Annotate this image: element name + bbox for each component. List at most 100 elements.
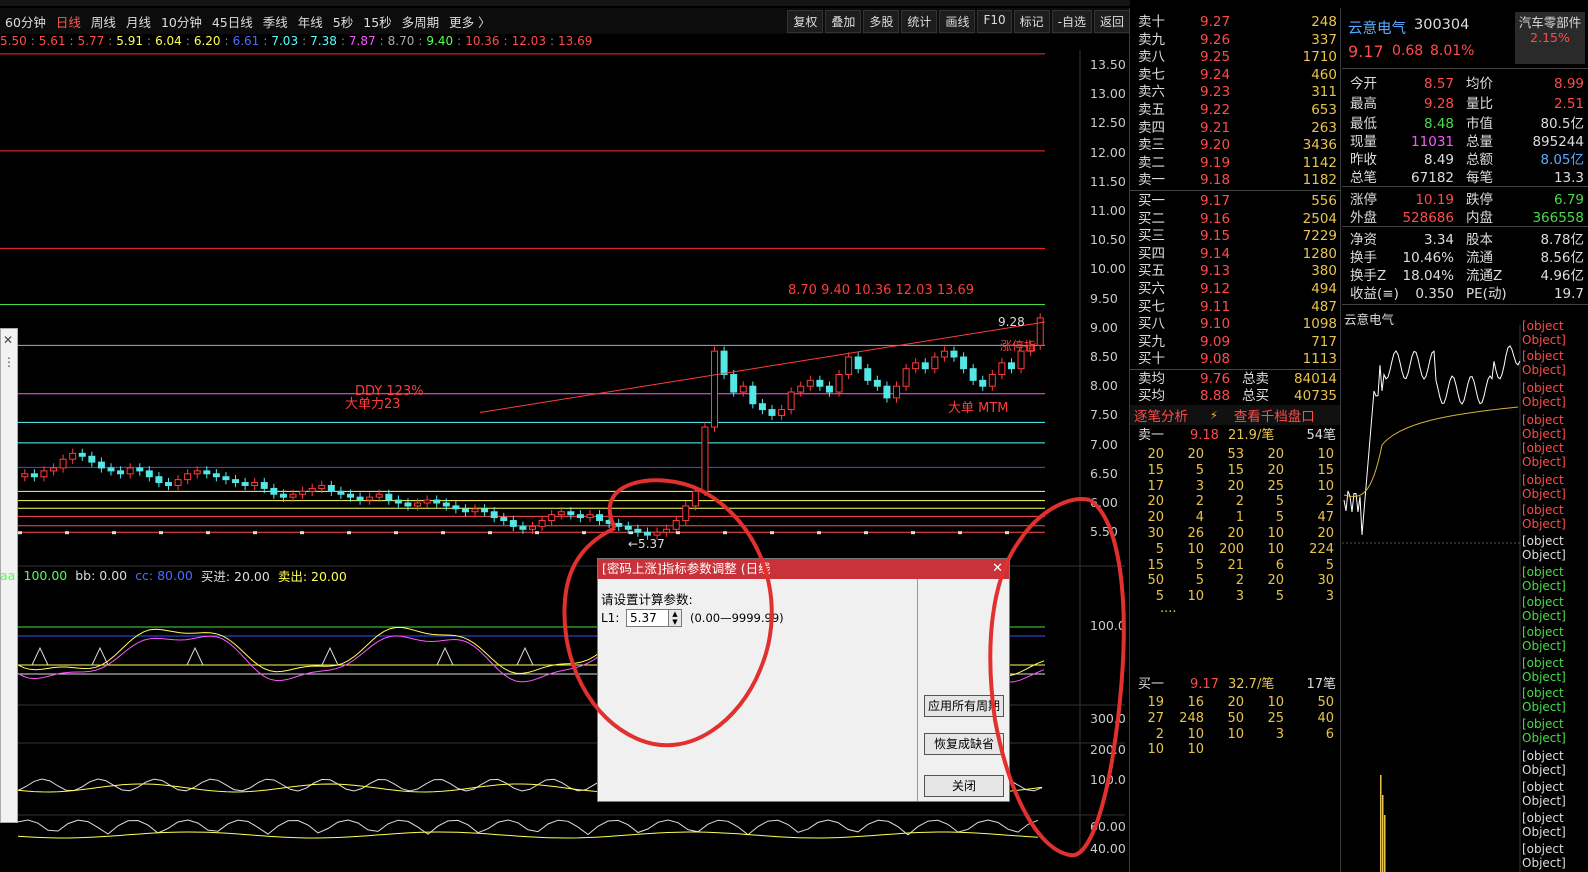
bid-row[interactable]: 买六 9.12 494 [1130, 281, 1340, 298]
sector-badge[interactable]: 汽车零部件 2.15% [1515, 12, 1585, 64]
ask-row[interactable]: 卖十 9.27 248 [1130, 14, 1340, 31]
tick-analysis-tab[interactable]: 逐笔分析 [1134, 405, 1188, 425]
ask-row[interactable]: 卖七 9.24 460 [1130, 67, 1340, 84]
candle-body [682, 505, 690, 522]
period-tab[interactable]: 5秒 [328, 12, 358, 31]
bid-label: 买六 [1138, 281, 1165, 297]
candle-body [50, 467, 58, 472]
queue-row: 20 4 1 5 47 [1130, 509, 1340, 526]
ask-row[interactable]: 卖六 9.23 311 [1130, 84, 1340, 101]
bid-row[interactable]: 买八 9.10 1098 [1130, 316, 1340, 333]
spin-down-icon[interactable]: ▼ [672, 618, 677, 626]
quote-value: 9.28 [1423, 96, 1454, 112]
ask-row[interactable]: 卖五 9.22 653 [1130, 102, 1340, 119]
more-icon[interactable]: ⋮ [3, 355, 15, 369]
candle-body [778, 409, 786, 416]
dialog-titlebar[interactable]: [密码上涨]指标参数调整 (日线 ✕ [598, 559, 1009, 579]
ask-row[interactable]: 卖九 9.26 337 [1130, 32, 1340, 49]
l1-range: (0.00—9999.99) [690, 611, 784, 625]
bid-row[interactable]: 买五 9.13 380 [1130, 263, 1340, 280]
ask-price: 9.20 [1200, 137, 1231, 154]
period-tab[interactable]: 多周期 [397, 12, 445, 31]
bid-row[interactable]: 买十 9.08 1113 [1130, 351, 1340, 368]
bid-label: 买一 [1138, 193, 1165, 209]
candle-body [193, 470, 201, 475]
ask-row[interactable]: 卖二 9.19 1142 [1130, 155, 1340, 172]
candle-body [998, 362, 1006, 376]
candle-body [711, 350, 719, 428]
toolbar-button[interactable]: 叠加 [825, 10, 862, 33]
spin-up-icon[interactable]: ▲ [672, 610, 677, 618]
bid-row[interactable]: 买九 9.09 717 [1130, 334, 1340, 351]
ask-volume: 248 [1311, 14, 1337, 30]
quote-row: 现量 11031 总量 895244 [1342, 132, 1588, 152]
period-tab[interactable]: 10分钟 [156, 12, 207, 31]
queue-cell: 2 [1195, 494, 1204, 510]
mini-tick: [object Object] [1522, 349, 1566, 377]
toolbar-button[interactable]: 统计 [901, 10, 938, 33]
period-tab[interactable]: 年线 [293, 12, 328, 31]
toolbar-button[interactable]: -自选 [1051, 10, 1092, 33]
view-depth-link[interactable]: 查看千档盘口 [1234, 405, 1315, 425]
low-label: ←5.37 [628, 537, 665, 551]
toolbar-button[interactable]: 标记 [1013, 10, 1050, 33]
bid-price: 9.16 [1200, 210, 1231, 227]
l1-input[interactable] [626, 609, 670, 627]
candle-body [107, 467, 115, 472]
bid-row[interactable]: 买二 9.16 2504 [1130, 211, 1340, 228]
toolbar-button[interactable]: 画线 [939, 10, 976, 33]
queue-cell: 19 [1147, 695, 1164, 710]
queue-cell: 20 [1187, 447, 1204, 462]
queue-cell: 3 [1195, 478, 1204, 494]
toolbar-button[interactable]: F10 [977, 10, 1012, 33]
bid-label: 买十 [1138, 351, 1165, 368]
signal-triangle [31, 646, 49, 666]
toolbar-button[interactable]: 多股 [863, 10, 900, 33]
toolbar-button[interactable]: 复权 [787, 10, 824, 33]
bid-row[interactable]: 买四 9.14 1280 [1130, 246, 1340, 263]
volume-bar [1384, 815, 1386, 872]
ind-buy: 买进: 20.00 [200, 568, 270, 584]
summary-row: 卖均 9.76 总卖 84014 [1130, 371, 1340, 388]
period-tab[interactable]: 日线 [51, 12, 86, 31]
stock-code: 300304 [1414, 17, 1470, 33]
candle-body [40, 470, 48, 478]
period-tab[interactable]: 周线 [86, 12, 121, 31]
close-icon[interactable]: ✕ [992, 559, 1003, 579]
apply-all-periods-button[interactable]: 应用所有周期 [924, 695, 1004, 717]
toolbar-button[interactable]: 返回 [1093, 10, 1130, 33]
ask-volume: 3436 [1302, 137, 1337, 154]
period-tab[interactable]: 月线 [121, 12, 156, 31]
bid-price: 9.15 [1200, 228, 1231, 245]
stock-name[interactable]: 云意电气 [1348, 17, 1406, 38]
ask-row[interactable]: 卖三 9.20 3436 [1130, 137, 1340, 154]
bid-row[interactable]: 买三 9.15 7229 [1130, 228, 1340, 245]
dialog-close-button[interactable]: 关闭 [924, 775, 1004, 797]
period-tab[interactable]: 季线 [258, 12, 293, 31]
price-tick: 6.00 [1090, 495, 1118, 510]
ask-price: 9.24 [1200, 66, 1231, 83]
price-tick: 8.50 [1090, 349, 1118, 364]
price-line [1343, 345, 1521, 536]
bid-price: 9.13 [1200, 263, 1231, 280]
tick-analysis-header: 逐笔分析 ⚡ 查看千档盘口 [1130, 405, 1340, 425]
ask-row[interactable]: 卖四 9.21 263 [1130, 120, 1340, 137]
ask-price: 9.21 [1200, 119, 1231, 136]
period-tab[interactable]: 45日线 [207, 12, 258, 31]
price-tick: 12.00 [1090, 144, 1126, 160]
marker-dot [394, 531, 398, 535]
ask-row[interactable]: 卖八 9.25 1710 [1130, 49, 1340, 66]
bid-row[interactable]: 买一 9.17 556 [1130, 193, 1340, 210]
l1-spinner[interactable]: ▲ ▼ [668, 609, 682, 627]
restore-default-button[interactable]: 恢复成缺省 [924, 733, 1004, 755]
candle-body [797, 385, 805, 393]
bid-row[interactable]: 买七 9.11 487 [1130, 299, 1340, 316]
close-icon[interactable]: ✕ [3, 333, 13, 347]
ask-label: 卖五 [1138, 102, 1165, 118]
ma-separator: : [69, 34, 74, 48]
candle-body [825, 385, 833, 393]
ask-row[interactable]: 卖一 9.18 1182 [1130, 172, 1340, 189]
period-tab[interactable]: 15秒 [358, 12, 396, 31]
period-tab[interactable]: 60分钟 [0, 12, 51, 31]
period-tab[interactable]: 更多 〉 [444, 12, 495, 31]
